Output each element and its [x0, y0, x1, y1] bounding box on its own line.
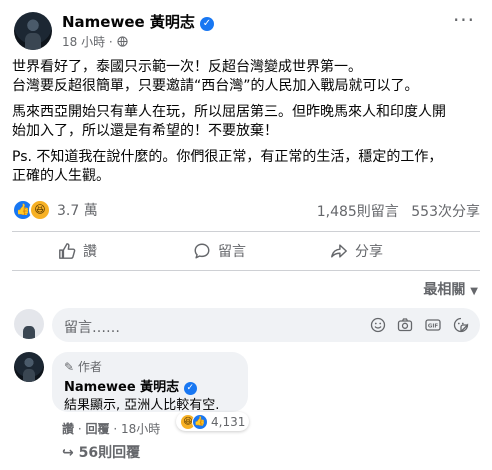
- comment-like-link[interactable]: 讚: [62, 422, 74, 436]
- share-icon: [331, 244, 347, 258]
- camera-icon[interactable]: [397, 317, 413, 337]
- post-text: 世界看好了，泰國只示範一次！反超台灣變成世界第一。 台灣要反超很簡單，只要邀請“…: [12, 58, 482, 186]
- globe-icon: [116, 35, 128, 49]
- haha-reaction-icon: 😆: [29, 199, 51, 221]
- comment-time[interactable]: 18小時: [121, 422, 160, 436]
- post-line: 正確的人生觀。: [12, 168, 110, 184]
- share-label: 分享: [355, 244, 383, 260]
- comment-author[interactable]: Namewee 黃明志: [64, 380, 179, 395]
- post-line: 馬來西亞開始只有華人在玩，所以屈居第三。但昨晚馬來人和印度人開: [12, 104, 446, 120]
- comment-input-placeholder: 留言……: [64, 320, 120, 336]
- comment-actions: 讚 · 回覆 · 18小時: [62, 422, 161, 436]
- engagement-counts: 1,485則留言 553次分享: [317, 201, 480, 221]
- comment-label: 留言: [218, 244, 246, 260]
- comment-text: 結果顯示, 亞洲人比較有空.: [64, 398, 220, 413]
- author-badge: ✎ 作者: [64, 358, 102, 375]
- shares-count[interactable]: 553次分享: [411, 204, 480, 220]
- sort-label: 最相關: [423, 282, 466, 298]
- like-reaction-icon: 👍: [192, 413, 208, 430]
- gif-icon[interactable]: GIF: [425, 317, 441, 337]
- comment-reply-link[interactable]: 回覆: [86, 422, 110, 436]
- sticker-icon[interactable]: [453, 317, 469, 337]
- more-options-icon[interactable]: ···: [450, 10, 478, 34]
- post-meta: 18 小時 ·: [62, 33, 128, 50]
- comment-composer[interactable]: 留言…… GIF: [52, 308, 480, 342]
- post-line: 世界看好了，泰國只示範一次！反超台灣變成世界第一。: [12, 59, 362, 75]
- comment-button[interactable]: 留言: [193, 238, 246, 264]
- comments-count[interactable]: 1,485則留言: [317, 204, 399, 220]
- reply-arrow-icon: ↪: [62, 445, 74, 461]
- comment-sort-dropdown[interactable]: 最相關 ▼: [423, 279, 478, 299]
- post-line: Ps. 不知道我在說什麼的。你們很正常，有正常的生活，穩定的工作，: [12, 149, 443, 165]
- comment-reactions[interactable]: 😆 👍 4,131: [176, 412, 250, 431]
- replies-count: 56則回覆: [78, 445, 141, 461]
- commenter-avatar[interactable]: [14, 352, 44, 382]
- post-line: 台灣要反超很簡單，只要邀請“西台灣”的人民加入戰局就可以了。: [12, 78, 419, 94]
- author-name[interactable]: Namewee 黃明志: [62, 13, 195, 31]
- divider: [12, 270, 480, 271]
- divider: [12, 231, 480, 232]
- caret-down-icon: ▼: [470, 286, 478, 297]
- comment-author-row: Namewee 黃明志 ✓: [64, 376, 197, 395]
- comment-reaction-count: 4,131: [211, 414, 246, 429]
- like-label: 讚: [83, 244, 97, 260]
- reaction-summary[interactable]: 👍 😆 3.7 萬: [12, 199, 98, 221]
- comment-icon: [194, 243, 210, 259]
- like-button[interactable]: 讚: [58, 238, 97, 264]
- post-time[interactable]: 18 小時: [62, 35, 105, 49]
- view-replies-link[interactable]: ↪ 56則回覆: [62, 442, 140, 462]
- reactions-count: 3.7 萬: [57, 203, 98, 219]
- svg-text:GIF: GIF: [428, 324, 439, 330]
- author-avatar[interactable]: [14, 12, 52, 50]
- pencil-icon: ✎: [64, 360, 75, 374]
- author-badge-label: 作者: [77, 360, 102, 374]
- post-header: Namewee 黃明志 ✓: [62, 11, 214, 32]
- verified-badge-icon: ✓: [200, 17, 214, 31]
- current-user-avatar[interactable]: [14, 309, 44, 339]
- post-line: 始加入了，所以還是有希望的！不要放棄！: [12, 123, 278, 139]
- comment-bubble: ✎ 作者 Namewee 黃明志 ✓ 結果顯示, 亞洲人比較有空.: [52, 352, 248, 413]
- emoji-icon[interactable]: [370, 317, 386, 337]
- like-icon: [59, 243, 76, 259]
- share-button[interactable]: 分享: [330, 238, 383, 264]
